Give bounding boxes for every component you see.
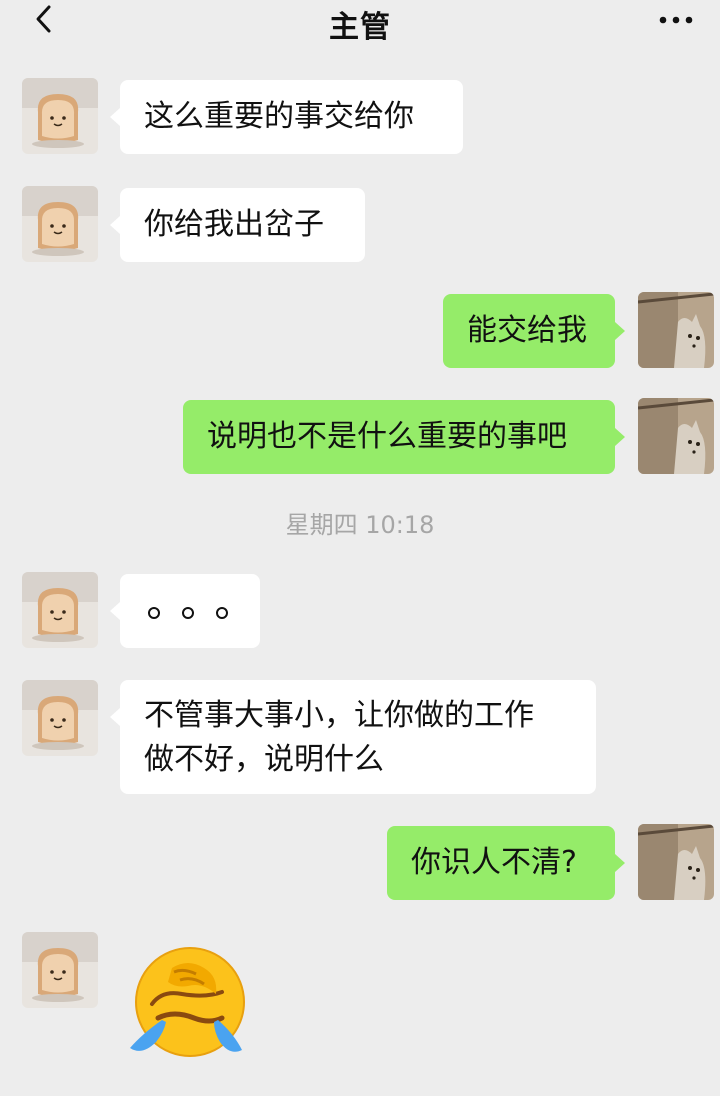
message-text: 说明也不是什么重要的事吧 [207, 419, 567, 454]
ellipsis-dot [148, 607, 160, 619]
chat-title: 主管 [329, 10, 391, 45]
avatar-self[interactable] [638, 292, 714, 368]
message-bubble-outgoing[interactable]: 说明也不是什么重要的事吧 [183, 400, 625, 474]
message-text: 能交给我 [467, 313, 587, 348]
avatar-supervisor[interactable] [22, 680, 98, 756]
message-bubble-incoming[interactable]: 不管事大事小，让你做的工作 做不好，说明什么 [110, 680, 596, 794]
message-text: 你给我出岔子 [144, 207, 324, 242]
message-bubble-incoming[interactable] [110, 574, 260, 648]
avatar-supervisor[interactable] [22, 572, 98, 648]
ellipsis-dot [216, 607, 228, 619]
message-bubble-outgoing[interactable]: 你识人不清? [387, 826, 625, 900]
avatar-supervisor[interactable] [22, 186, 98, 262]
message-text-line: 不管事大事小，让你做的工作 [144, 698, 534, 733]
timestamp: 星期四 10:18 [285, 511, 435, 539]
ellipsis-message [144, 589, 236, 619]
avatar-supervisor[interactable] [22, 932, 98, 1008]
facepalm-crying-emoji[interactable] [122, 938, 254, 1064]
message-bubble-incoming[interactable]: 你给我出岔子 [110, 188, 365, 262]
avatar-self[interactable] [638, 398, 714, 474]
message-text: 你识人不清? [411, 845, 577, 880]
ellipsis-dot [182, 607, 194, 619]
message-text-line: 做不好，说明什么 [144, 742, 384, 777]
message-bubble-incoming[interactable]: 这么重要的事交给你 [110, 80, 463, 154]
avatar-self[interactable] [638, 824, 714, 900]
message-text: 这么重要的事交给你 [144, 99, 414, 134]
avatar-supervisor[interactable] [22, 78, 98, 154]
chat-header: 主管 [0, 0, 720, 50]
message-bubble-outgoing[interactable]: 能交给我 [443, 294, 625, 368]
more-dots-icon[interactable] [658, 6, 694, 30]
